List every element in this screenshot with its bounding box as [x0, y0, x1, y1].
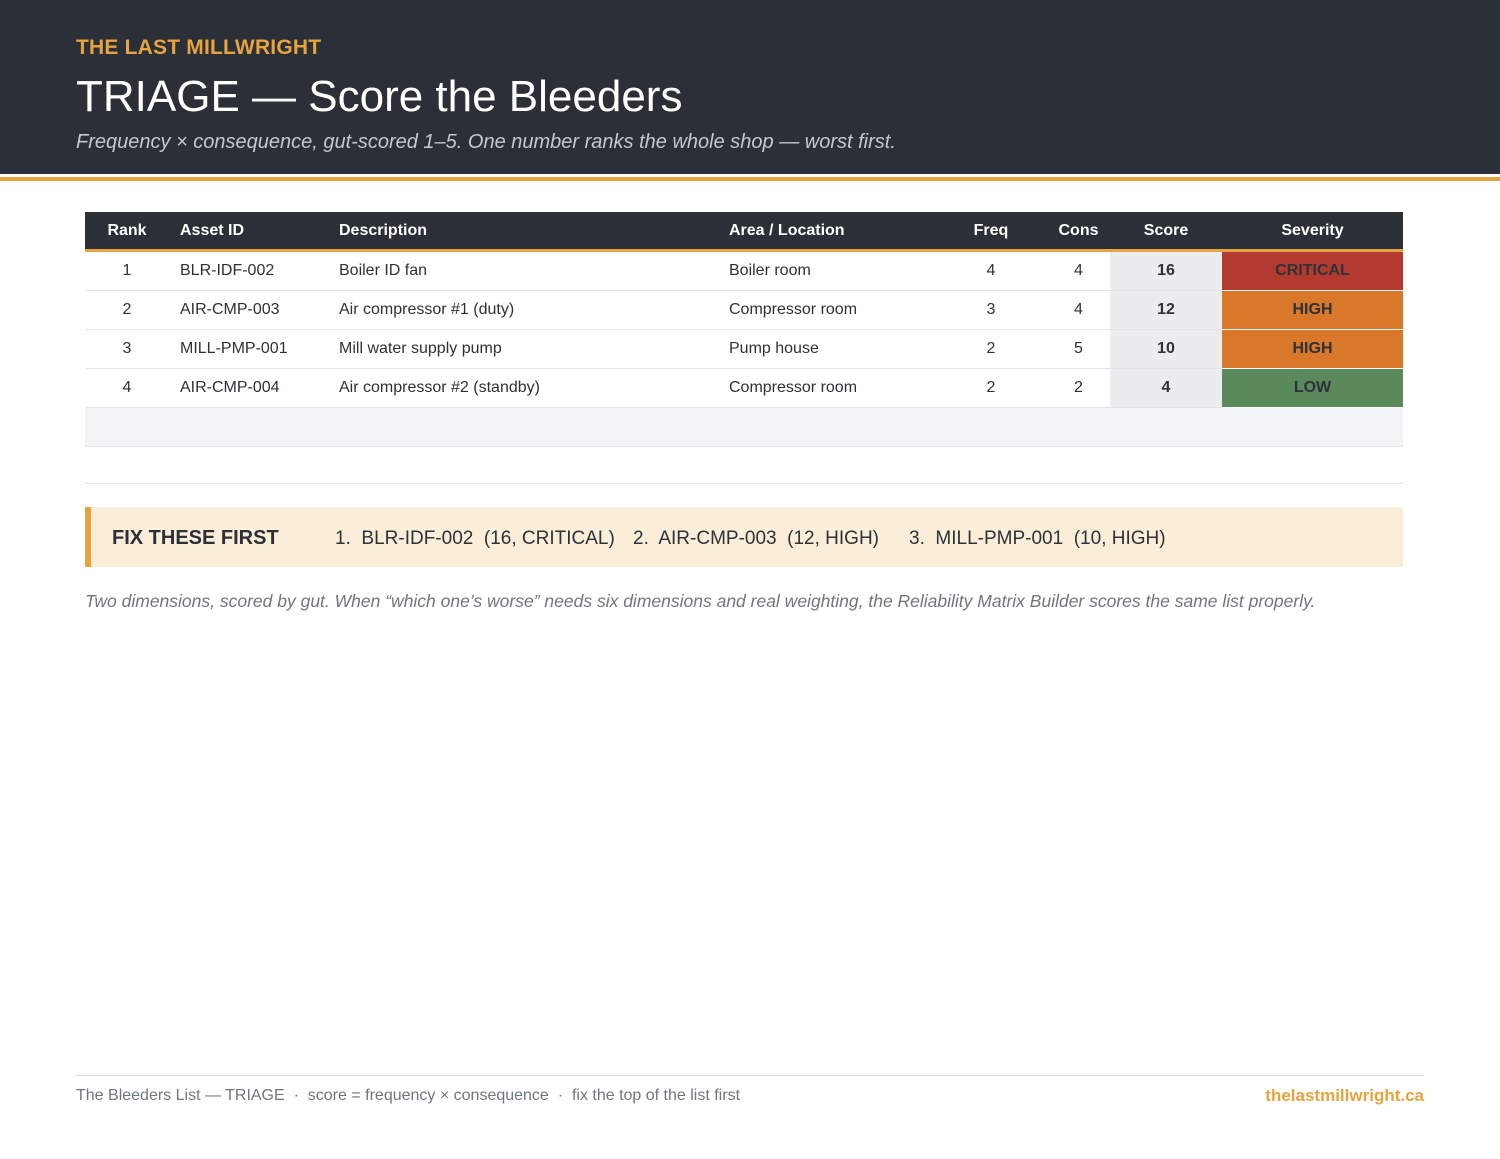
cell-asset-id: MILL-PMP-001	[169, 329, 328, 369]
table-row[interactable]: 1 BLR-IDF-002 Boiler ID fan Boiler room …	[85, 250, 1403, 291]
footer-site-link[interactable]: thelastmillwright.ca	[1265, 1086, 1424, 1106]
brand-label: THE LAST MILLWRIGHT	[76, 36, 322, 59]
cell-description: Boiler ID fan	[328, 250, 718, 291]
cell-asset-id: BLR-IDF-002	[169, 250, 328, 291]
cell-description: Mill water supply pump	[328, 329, 718, 369]
table-row[interactable]: 2 AIR-CMP-003 Air compressor #1 (duty) C…	[85, 290, 1403, 330]
cell-description: Air compressor #2 (standby)	[328, 368, 718, 408]
table-header-row: Rank Asset ID Description Area / Locatio…	[85, 212, 1403, 252]
cell-description: Air compressor #1 (duty)	[328, 290, 718, 330]
col-header-description[interactable]: Description	[328, 212, 718, 252]
cell-asset-id: AIR-CMP-004	[169, 368, 328, 408]
fix-first-item[interactable]: 1. BLR-IDF-002 (16, CRITICAL)	[335, 528, 615, 550]
page-subtitle: Frequency × consequence, gut-scored 1–5.…	[76, 131, 896, 153]
cell-rank: 3	[85, 329, 169, 369]
cell-area: Pump house	[718, 329, 935, 369]
fix-first-label: FIX THESE FIRST	[112, 527, 279, 549]
method-note: Two dimensions, scored by gut. When “whi…	[85, 591, 1316, 611]
footer-divider	[76, 1075, 1424, 1076]
callout-accent-bar	[85, 507, 91, 567]
col-header-asset-id[interactable]: Asset ID	[169, 212, 328, 252]
triage-table: Rank Asset ID Description Area / Locatio…	[85, 212, 1403, 447]
cell-rank: 2	[85, 290, 169, 330]
cell-score: 16	[1110, 250, 1222, 291]
cell-area: Compressor room	[718, 368, 935, 408]
footer-caption: The Bleeders List — TRIAGE · score = fre…	[76, 1087, 741, 1104]
header-accent-rule	[0, 177, 1500, 181]
cell-area: Boiler room	[718, 250, 935, 291]
cell-score: 10	[1110, 329, 1222, 369]
cell-score: 12	[1110, 290, 1222, 330]
section-divider	[85, 483, 1403, 484]
severity-badge: HIGH	[1222, 290, 1403, 330]
fix-first-item[interactable]: 3. MILL-PMP-001 (10, HIGH)	[909, 528, 1166, 550]
cell-freq: 4	[935, 250, 1047, 291]
table-row[interactable]: 4 AIR-CMP-004 Air compressor #2 (standby…	[85, 368, 1403, 408]
cell-area: Compressor room	[718, 290, 935, 330]
col-header-score[interactable]: Score	[1110, 212, 1222, 252]
col-header-severity[interactable]: Severity	[1222, 212, 1403, 252]
cell-cons: 4	[1047, 290, 1110, 330]
page-header: THE LAST MILLWRIGHT TRIAGE — Score the B…	[0, 0, 1500, 174]
col-header-area[interactable]: Area / Location	[718, 212, 935, 252]
cell-cons: 2	[1047, 368, 1110, 408]
cell-freq: 2	[935, 368, 1047, 408]
cell-score: 4	[1110, 368, 1222, 408]
cell-asset-id: AIR-CMP-003	[169, 290, 328, 330]
col-header-cons[interactable]: Cons	[1047, 212, 1110, 252]
severity-badge: HIGH	[1222, 329, 1403, 369]
cell-cons: 4	[1047, 250, 1110, 291]
cell-freq: 2	[935, 329, 1047, 369]
col-header-freq[interactable]: Freq	[935, 212, 1047, 252]
empty-table-row	[85, 407, 1403, 447]
table-row[interactable]: 3 MILL-PMP-001 Mill water supply pump Pu…	[85, 329, 1403, 369]
cell-cons: 5	[1047, 329, 1110, 369]
empty-cell	[85, 407, 1403, 447]
col-header-rank[interactable]: Rank	[85, 212, 169, 252]
severity-badge: LOW	[1222, 368, 1403, 408]
fix-first-item[interactable]: 2. AIR-CMP-003 (12, HIGH)	[633, 528, 879, 550]
severity-badge: CRITICAL	[1222, 250, 1403, 291]
cell-freq: 3	[935, 290, 1047, 330]
page-title: TRIAGE — Score the Bleeders	[76, 72, 683, 121]
cell-rank: 4	[85, 368, 169, 408]
cell-rank: 1	[85, 250, 169, 291]
fix-first-callout: FIX THESE FIRST 1. BLR-IDF-002 (16, CRIT…	[85, 507, 1403, 567]
